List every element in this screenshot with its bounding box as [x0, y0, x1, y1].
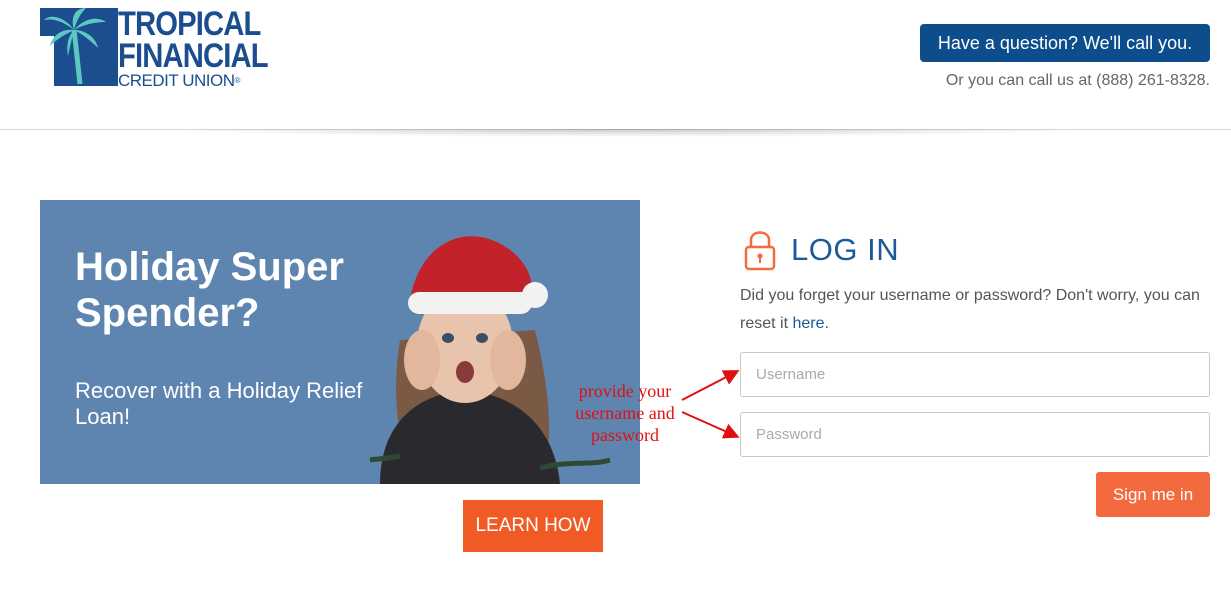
logo-text: TROPICAL FINANCIAL CREDIT UNION®	[118, 5, 292, 90]
lock-icon	[744, 231, 776, 271]
annotation-text: provide your username and password	[575, 381, 675, 445]
banner-subtitle: Recover with a Holiday Relief Loan!	[75, 378, 363, 429]
arrow-to-username	[681, 370, 740, 401]
call-me-button[interactable]: Have a question? We'll call you.	[920, 24, 1210, 62]
banner-title: Holiday Super Spender?	[75, 245, 344, 335]
phone-number-text: Or you can call us at (888) 261-8328.	[945, 72, 1210, 89]
learn-how-button[interactable]: LEARN HOW	[463, 500, 603, 552]
password-input[interactable]	[740, 412, 1210, 457]
registered-mark: ®	[234, 76, 240, 85]
logo-line-financial: FINANCIAL	[118, 37, 269, 75]
reset-credentials-link[interactable]: here	[792, 315, 824, 332]
promo-banner[interactable]: Holiday Super Spender? Recover with a Ho…	[40, 200, 640, 484]
login-description-period: .	[824, 315, 829, 332]
tropical-financial-logo[interactable]: TROPICAL FINANCIAL CREDIT UNION®	[40, 6, 269, 90]
sign-in-button[interactable]: Sign me in	[1096, 472, 1210, 517]
site-header: TROPICAL FINANCIAL CREDIT UNION® Have a …	[0, 0, 1231, 130]
username-input[interactable]	[740, 352, 1210, 397]
arrow-to-password	[681, 411, 740, 439]
login-description: Did you forget your username or password…	[740, 282, 1210, 338]
annotation-arrows	[681, 370, 740, 439]
palm-tree-icon	[40, 8, 118, 86]
header-shadow	[150, 129, 1100, 137]
logo-line-tropical: TROPICAL	[118, 5, 261, 43]
login-title: LOG IN	[791, 232, 900, 267]
